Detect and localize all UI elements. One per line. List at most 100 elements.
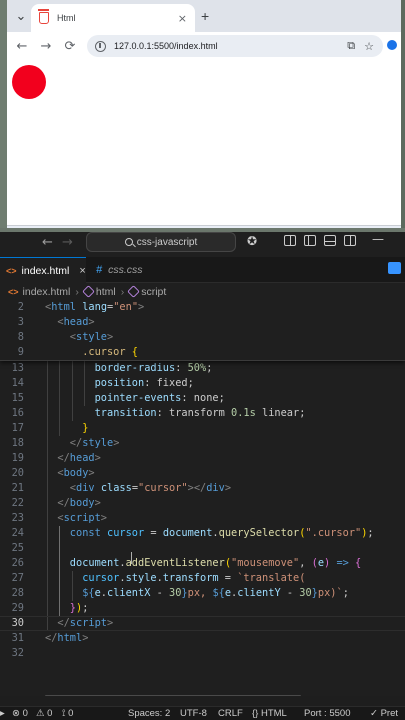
toggle-secondary-sidebar-icon[interactable] bbox=[344, 235, 356, 246]
copilot-icon[interactable]: ✪ bbox=[247, 234, 257, 248]
code-token: style bbox=[76, 331, 107, 343]
line-code[interactable]: <script> bbox=[57, 511, 107, 526]
code-line[interactable]: 27 cursor.style.transform = `translate( bbox=[0, 571, 405, 586]
code-line[interactable]: 16 transition: transform 0.1s linear; bbox=[0, 406, 405, 421]
nav-back-icon[interactable]: ← bbox=[42, 235, 53, 250]
live-server-port[interactable]: Port : 5500 bbox=[304, 708, 350, 719]
code-line[interactable]: 8 <style> bbox=[0, 330, 405, 345]
toggle-sidebar-icon[interactable] bbox=[304, 235, 316, 246]
remote-indicator[interactable]: ▸ bbox=[0, 708, 5, 719]
code-line[interactable]: 2 <html lang="en"> bbox=[0, 300, 405, 315]
line-code[interactable]: pointer-events: none; bbox=[95, 391, 225, 406]
nav-forward-icon[interactable]: → bbox=[62, 235, 73, 250]
toggle-panel-icon[interactable] bbox=[324, 235, 336, 246]
prettier-status[interactable]: ✓ Pret bbox=[370, 708, 398, 719]
line-code[interactable]: transition: transform 0.1s linear; bbox=[95, 406, 306, 421]
line-number: 18 bbox=[11, 437, 24, 449]
new-tab-button[interactable]: + bbox=[201, 8, 209, 24]
code-line[interactable]: 15 pointer-events: none; bbox=[0, 391, 405, 406]
tab-index-html[interactable]: <> index.html × bbox=[0, 257, 86, 283]
line-code[interactable]: }); bbox=[70, 601, 89, 616]
code-line[interactable]: 30 </script> bbox=[0, 616, 405, 631]
errors-count[interactable]: ⊗ 0 bbox=[12, 708, 28, 719]
line-code[interactable]: .cursor { bbox=[82, 345, 138, 360]
line-number: 14 bbox=[11, 377, 24, 389]
code-line[interactable]: 14 position: fixed; bbox=[0, 376, 405, 391]
code-editor[interactable]: 2 <html lang="en"> 3 <head> 8 <style> 9 .cursor… bbox=[0, 300, 405, 696]
indentation[interactable]: Spaces: 2 bbox=[128, 708, 170, 719]
code-token: fixed bbox=[156, 377, 188, 389]
line-code[interactable]: </script> bbox=[57, 616, 113, 631]
address-bar[interactable]: 127.0.0.1:5500/index.html ⧉ ☆ bbox=[87, 35, 383, 57]
code-line[interactable]: 13 border-radius: 50%; bbox=[0, 361, 405, 376]
line-code[interactable]: ${e.clientX - 30}px, ${e.clientY - 30}px… bbox=[82, 586, 349, 601]
browser-tab-html[interactable]: Html × bbox=[31, 4, 195, 32]
code-token: : bbox=[181, 392, 194, 404]
profile-avatar[interactable] bbox=[387, 40, 397, 50]
line-code[interactable]: </style> bbox=[70, 436, 120, 451]
breadcrumb-script[interactable]: script bbox=[141, 286, 166, 298]
code-line[interactable]: 18 </style> bbox=[0, 436, 405, 451]
horizontal-scrollbar[interactable] bbox=[45, 695, 301, 696]
code-line[interactable]: 31 </html> bbox=[0, 631, 405, 646]
breadcrumb-file[interactable]: index.html bbox=[23, 286, 71, 298]
line-code[interactable]: cursor.style.transform = `translate( bbox=[82, 571, 305, 586]
tab-search-icon[interactable]: ⌄ bbox=[11, 6, 31, 26]
forward-arrow-icon[interactable]: → bbox=[37, 37, 55, 55]
code-token: { bbox=[131, 346, 138, 358]
minimize-icon[interactable]: — bbox=[372, 232, 384, 246]
back-arrow-icon[interactable]: ← bbox=[13, 37, 31, 55]
translate-icon[interactable]: ⧉ bbox=[347, 39, 355, 53]
code-line[interactable]: 29}); bbox=[0, 601, 405, 616]
layout-customize-icon[interactable] bbox=[284, 235, 296, 246]
line-code[interactable]: </head> bbox=[57, 451, 100, 466]
line-code[interactable]: position: fixed; bbox=[95, 376, 194, 391]
line-ending[interactable]: CRLF bbox=[218, 708, 243, 719]
reload-icon[interactable]: ⟳ bbox=[61, 37, 79, 55]
line-code[interactable]: <style> bbox=[70, 330, 113, 345]
line-code[interactable]: </html> bbox=[45, 631, 88, 646]
tab-close-icon[interactable]: × bbox=[79, 265, 85, 277]
code-line[interactable]: 21 <div class="cursor"></div> bbox=[0, 481, 405, 496]
code-line[interactable]: 22 </body> bbox=[0, 496, 405, 511]
line-code[interactable]: border-radius: 50%; bbox=[95, 361, 213, 376]
page-viewport[interactable] bbox=[7, 60, 401, 226]
site-info-icon[interactable] bbox=[95, 40, 106, 52]
line-code[interactable]: </body> bbox=[57, 496, 100, 511]
code-line[interactable]: 20 <body> bbox=[0, 466, 405, 481]
tab-css-css[interactable]: # css.css bbox=[90, 257, 149, 283]
line-code[interactable]: document.addEventListener("mousemove", (… bbox=[70, 556, 361, 571]
tab-close-icon[interactable]: × bbox=[178, 12, 187, 25]
line-code[interactable]: <html lang="en"> bbox=[45, 300, 144, 315]
code-token: ; bbox=[342, 587, 349, 599]
encoding[interactable]: UTF-8 bbox=[180, 708, 207, 719]
code-line[interactable]: 17} bbox=[0, 421, 405, 436]
code-line[interactable]: 19 </head> bbox=[0, 451, 405, 466]
language-mode[interactable]: {} HTML bbox=[252, 708, 287, 719]
line-code[interactable]: } bbox=[82, 421, 88, 436]
code-line[interactable]: 26 document.addEventListener("mousemove",… bbox=[0, 556, 405, 571]
open-preview-icon[interactable] bbox=[388, 262, 401, 274]
line-code[interactable]: <head> bbox=[57, 315, 94, 330]
bookmark-star-icon[interactable]: ☆ bbox=[364, 40, 374, 53]
code-line[interactable]: 9 .cursor { bbox=[0, 345, 405, 360]
warnings-count[interactable]: ⚠ 0 bbox=[36, 708, 52, 719]
code-line[interactable]: 24 const cursor = document.querySelector(… bbox=[0, 526, 405, 541]
code-line[interactable]: 23 <script> bbox=[0, 511, 405, 526]
sticky-scroll[interactable]: 2 <html lang="en"> 3 <head> 8 <style> 9 .cursor… bbox=[0, 300, 405, 361]
browser-window: ⌄ Html × + ← → ⟳ 127.0.0.1:5500/index.ht… bbox=[0, 0, 405, 228]
breadcrumb-html[interactable]: html bbox=[96, 286, 116, 298]
command-center[interactable]: css-javascript bbox=[86, 232, 236, 252]
line-code[interactable]: const cursor = document.querySelector(".… bbox=[70, 526, 374, 541]
css-file-icon: # bbox=[96, 264, 103, 276]
code-line[interactable]: 25 bbox=[0, 541, 405, 556]
code-line[interactable]: 28 ${e.clientX - 30}px, ${e.clientY - 30}… bbox=[0, 586, 405, 601]
line-code[interactable]: <div class="cursor"></div> bbox=[70, 481, 231, 496]
code-line[interactable]: 32 bbox=[0, 646, 405, 661]
ports-count[interactable]: ⟟ 0 bbox=[62, 708, 73, 719]
address-url[interactable]: 127.0.0.1:5500/index.html bbox=[114, 41, 347, 51]
html-favicon-icon bbox=[38, 9, 49, 24]
code-line[interactable]: 3 <head> bbox=[0, 315, 405, 330]
code-token: html bbox=[51, 301, 77, 313]
line-code[interactable]: <body> bbox=[57, 466, 94, 481]
